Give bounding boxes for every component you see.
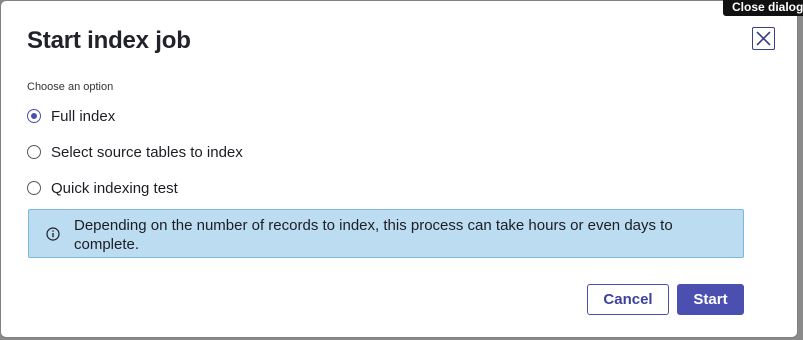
option-full-index[interactable]: Full index bbox=[27, 107, 115, 125]
option-label: Select source tables to index bbox=[51, 143, 243, 161]
close-dialog-button[interactable] bbox=[752, 27, 775, 50]
radio-selected-dot bbox=[31, 113, 37, 119]
options-group-label: Choose an option bbox=[27, 81, 114, 93]
start-index-job-dialog: Start index job Choose an option Full in… bbox=[1, 1, 797, 337]
dialog-title: Start index job bbox=[27, 27, 191, 54]
option-label: Full index bbox=[51, 107, 116, 125]
option-label: Quick indexing test bbox=[51, 179, 178, 197]
option-select-source-tables[interactable]: Select source tables to index bbox=[27, 143, 243, 161]
option-quick-indexing-test[interactable]: Quick indexing test bbox=[27, 179, 178, 197]
info-banner-text: Depending on the number of records to in… bbox=[74, 217, 673, 253]
cancel-button[interactable]: Cancel bbox=[587, 284, 669, 315]
radio-quick-indexing-test[interactable] bbox=[27, 181, 41, 195]
close-icon bbox=[756, 31, 771, 46]
info-banner: Depending on the number of records to in… bbox=[28, 209, 744, 258]
close-dialog-tooltip: Close dialog bbox=[723, 0, 803, 16]
radio-select-source-tables[interactable] bbox=[27, 145, 41, 159]
radio-full-index[interactable] bbox=[27, 109, 41, 123]
info-icon bbox=[46, 227, 60, 241]
start-button[interactable]: Start bbox=[677, 284, 744, 315]
